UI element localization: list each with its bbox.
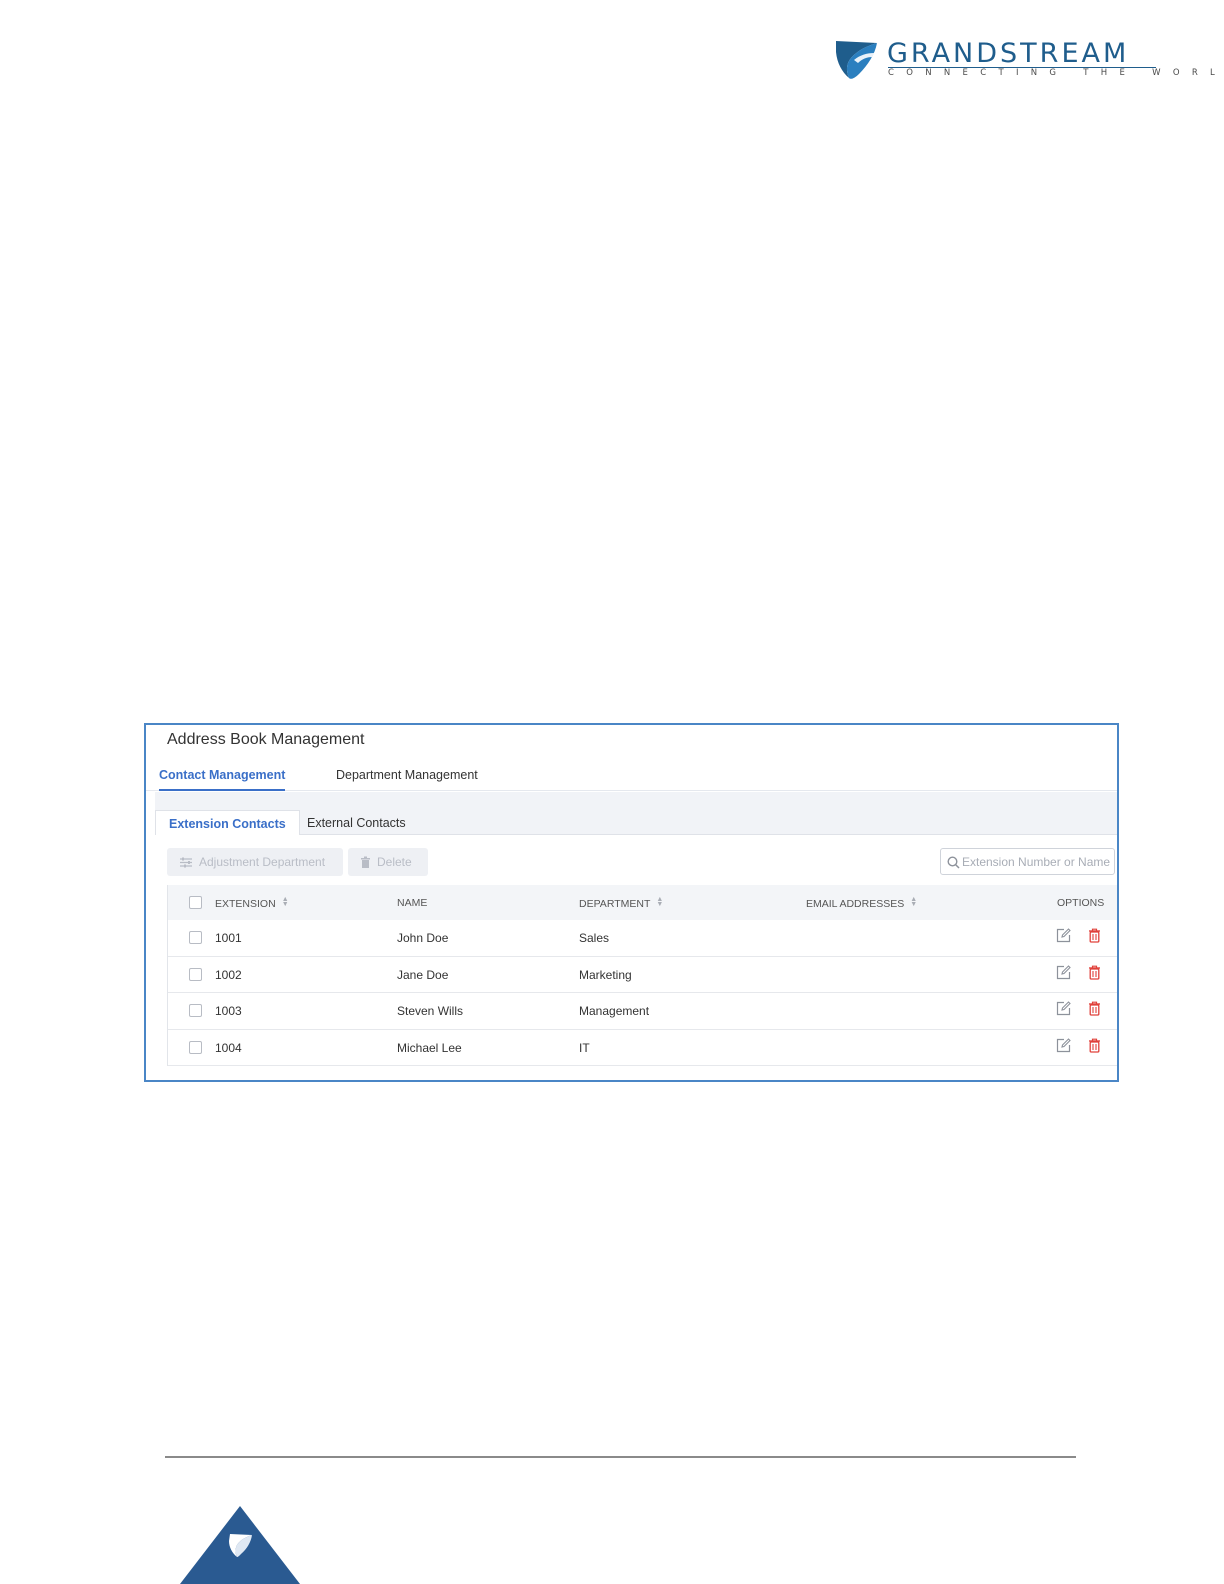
sort-icon: ▲ ▼ [656,896,664,908]
search-icon [947,856,960,869]
trash-icon[interactable] [1088,1038,1101,1053]
row-checkbox[interactable] [189,931,202,944]
brand-tagline: CONNECTING THE WORLD [888,68,1224,78]
header-options: OPTIONS [1057,897,1105,909]
tab-contact-management[interactable]: Contact Management [159,768,286,791]
sort-icon: ▲ ▼ [910,896,918,908]
cell-extension: 1004 [215,1040,242,1055]
cell-department: Marketing [579,967,632,982]
header-name: NAME [397,897,428,909]
edit-icon[interactable] [1056,928,1071,943]
sub-tab-bar: Extension Contacts External Contacts [155,810,1117,836]
trash-icon [361,856,370,868]
grandstream-logo-icon [836,41,877,79]
table-row: 1003 Steven Wills Management [168,993,1117,1030]
top-tab-bar: Contact Management Department Management [146,765,1117,791]
search-placeholder: Extension Number or Name [962,855,1111,869]
cell-extension: 1001 [215,931,242,945]
trash-icon[interactable] [1088,928,1101,943]
adjustment-department-label: Adjustment Department [199,855,326,869]
cell-extension: 1002 [215,967,242,982]
edit-icon[interactable] [1056,1037,1071,1053]
tab-department-management[interactable]: Department Management [336,768,478,782]
cell-department: Sales [579,931,610,945]
header-extension-label: EXTENSION [215,898,276,910]
contacts-panel: Extension Contacts External Contacts Adj… [155,792,1117,1080]
table-row: 1004 Michael Lee IT [168,1030,1117,1066]
row-checkbox[interactable] [189,1040,202,1054]
cell-department: Management [579,1004,650,1018]
header-extension[interactable]: EXTENSION ▲ ▼ [215,896,289,910]
edit-icon[interactable] [1056,964,1071,980]
header-email[interactable]: EMAIL ADDRESSES ▲ ▼ [806,896,918,910]
header-department[interactable]: DEPARTMENT ▲ ▼ [579,896,664,910]
cell-extension: 1003 [215,1004,242,1018]
table-header: EXTENSION ▲ ▼ NAME DEPARTMENT ▲ ▼ EMAIL ADDR… [168,885,1117,920]
cell-department: IT [579,1040,590,1055]
header-department-label: DEPARTMENT [579,898,651,910]
contacts-content: Adjustment Department Delete Extension N… [155,835,1117,1080]
row-checkbox[interactable] [189,967,202,981]
footer-logo-badge [180,1506,300,1584]
tab-extension-contacts[interactable]: Extension Contacts [155,810,300,836]
row-checkbox[interactable] [189,1004,202,1017]
delete-button[interactable]: Delete [348,848,428,876]
select-all-checkbox[interactable] [189,896,202,909]
sort-icon: ▲ ▼ [281,896,289,908]
table-row: 1001 John Doe Sales [168,920,1117,957]
trash-icon[interactable] [1088,1001,1101,1016]
cell-name: John Doe [397,931,449,945]
adjustment-department-button[interactable]: Adjustment Department [167,848,343,876]
adjust-icon [180,857,192,868]
cell-name: Michael Lee [397,1040,462,1055]
page-title: Address Book Management [167,731,365,748]
search-input[interactable]: Extension Number or Name [940,848,1115,875]
tab-external-contacts[interactable]: External Contacts [294,810,419,836]
delete-label: Delete [377,855,412,869]
address-book-screenshot: Address Book Management Contact Manageme… [144,723,1119,1082]
edit-icon[interactable] [1056,1001,1071,1016]
table-row: 1002 Jane Doe Marketing [168,957,1117,993]
brand-name: GRANDSTREAM [887,38,1130,69]
trash-icon[interactable] [1088,965,1101,980]
contacts-table: EXTENSION ▲ ▼ NAME DEPARTMENT ▲ ▼ EMAIL ADDR… [167,885,1117,1066]
header-email-label: EMAIL ADDRESSES [806,898,905,910]
cell-name: Steven Wills [397,1004,464,1018]
cell-name: Jane Doe [397,967,449,982]
footer-divider [165,1456,1076,1458]
grandstream-logo: GRANDSTREAM CONNECTING THE WORLD [834,38,1224,86]
